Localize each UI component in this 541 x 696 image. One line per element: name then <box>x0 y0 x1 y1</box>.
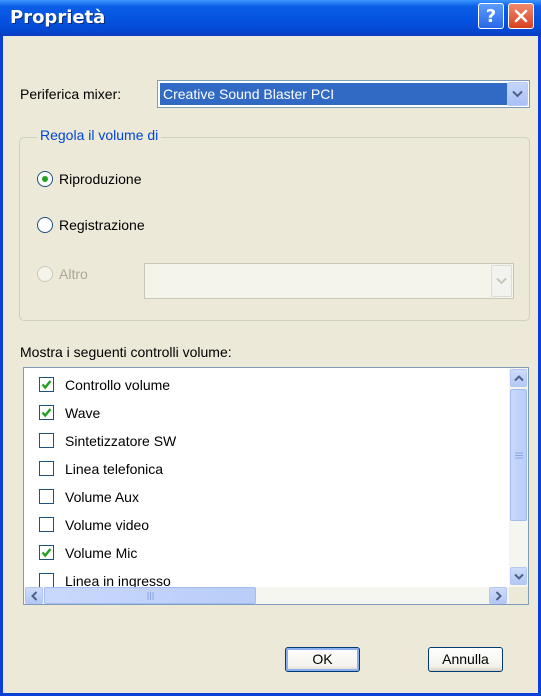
grip-icon <box>514 452 523 458</box>
other-device-dropdown-button <box>491 265 512 297</box>
checkbox[interactable] <box>39 517 54 532</box>
checkmark-icon <box>41 548 52 558</box>
scroll-down-button[interactable] <box>510 567 527 585</box>
vertical-scroll-thumb[interactable] <box>510 389 527 521</box>
properties-dialog: Proprietà ? Periferica mixer: Creative S… <box>0 0 541 696</box>
close-icon <box>514 9 528 23</box>
window-title: Proprietà <box>10 7 106 28</box>
cancel-button[interactable]: Annulla <box>428 647 503 672</box>
checkmark-icon <box>41 408 52 418</box>
dialog-body: Periferica mixer: Creative Sound Blaster… <box>3 36 538 693</box>
volume-group-legend: Regola il volume di <box>37 127 162 143</box>
radio-registrazione[interactable] <box>37 217 53 233</box>
chevron-right-icon <box>495 590 502 601</box>
scroll-right-button[interactable] <box>489 587 507 604</box>
checkbox[interactable] <box>39 461 54 476</box>
radio-selected-dot <box>42 176 48 182</box>
scroll-left-button[interactable] <box>25 587 43 604</box>
list-item-label: Sintetizzatore SW <box>65 433 177 449</box>
radio-registrazione-label[interactable]: Registrazione <box>59 217 145 233</box>
checkbox[interactable] <box>39 405 54 420</box>
list-item-label: Volume Aux <box>65 489 139 505</box>
help-button[interactable]: ? <box>478 3 504 29</box>
checkbox[interactable] <box>39 433 54 448</box>
controls-list-label: Mostra i seguenti controlli volume: <box>20 344 232 360</box>
mixer-device-dropdown-button[interactable] <box>507 82 528 106</box>
scroll-up-button[interactable] <box>510 369 527 387</box>
title-bar[interactable]: Proprietà ? <box>0 0 541 36</box>
mixer-device-select[interactable]: Creative Sound Blaster PCI <box>157 80 530 108</box>
close-button[interactable] <box>508 3 534 29</box>
checkbox[interactable] <box>39 545 54 560</box>
horizontal-scrollbar[interactable] <box>24 587 509 604</box>
grip-icon <box>147 591 153 600</box>
radio-riproduzione[interactable] <box>37 171 53 187</box>
radio-altro-label: Altro <box>59 266 88 282</box>
question-icon: ? <box>485 5 497 27</box>
checkbox[interactable] <box>39 573 54 588</box>
horizontal-scroll-thumb[interactable] <box>44 587 256 604</box>
radio-altro <box>37 266 53 282</box>
chevron-left-icon <box>30 590 37 601</box>
checkmark-icon <box>41 380 52 390</box>
checkbox[interactable] <box>39 377 54 392</box>
controls-listbox[interactable]: Controllo volume Wave Sintetizzatore SW … <box>23 367 529 605</box>
checkbox[interactable] <box>39 489 54 504</box>
chevron-down-icon <box>512 90 523 98</box>
chevron-down-icon <box>513 573 524 580</box>
radio-riproduzione-label[interactable]: Riproduzione <box>59 171 142 187</box>
mixer-device-value: Creative Sound Blaster PCI <box>160 83 507 105</box>
list-item-label: Wave <box>65 405 101 421</box>
list-item-label: Volume Mic <box>65 545 138 561</box>
list-item-label: Volume video <box>65 517 150 533</box>
vertical-scrollbar[interactable] <box>509 368 528 587</box>
chevron-up-icon <box>513 374 524 381</box>
other-device-select <box>144 263 514 299</box>
list-item-label: Linea telefonica <box>65 461 164 477</box>
scrollbar-corner <box>509 587 528 604</box>
list-item-label: Controllo volume <box>65 377 171 393</box>
mixer-device-label: Periferica mixer: <box>20 86 122 102</box>
chevron-down-icon <box>496 277 507 285</box>
ok-button[interactable]: OK <box>285 647 360 672</box>
